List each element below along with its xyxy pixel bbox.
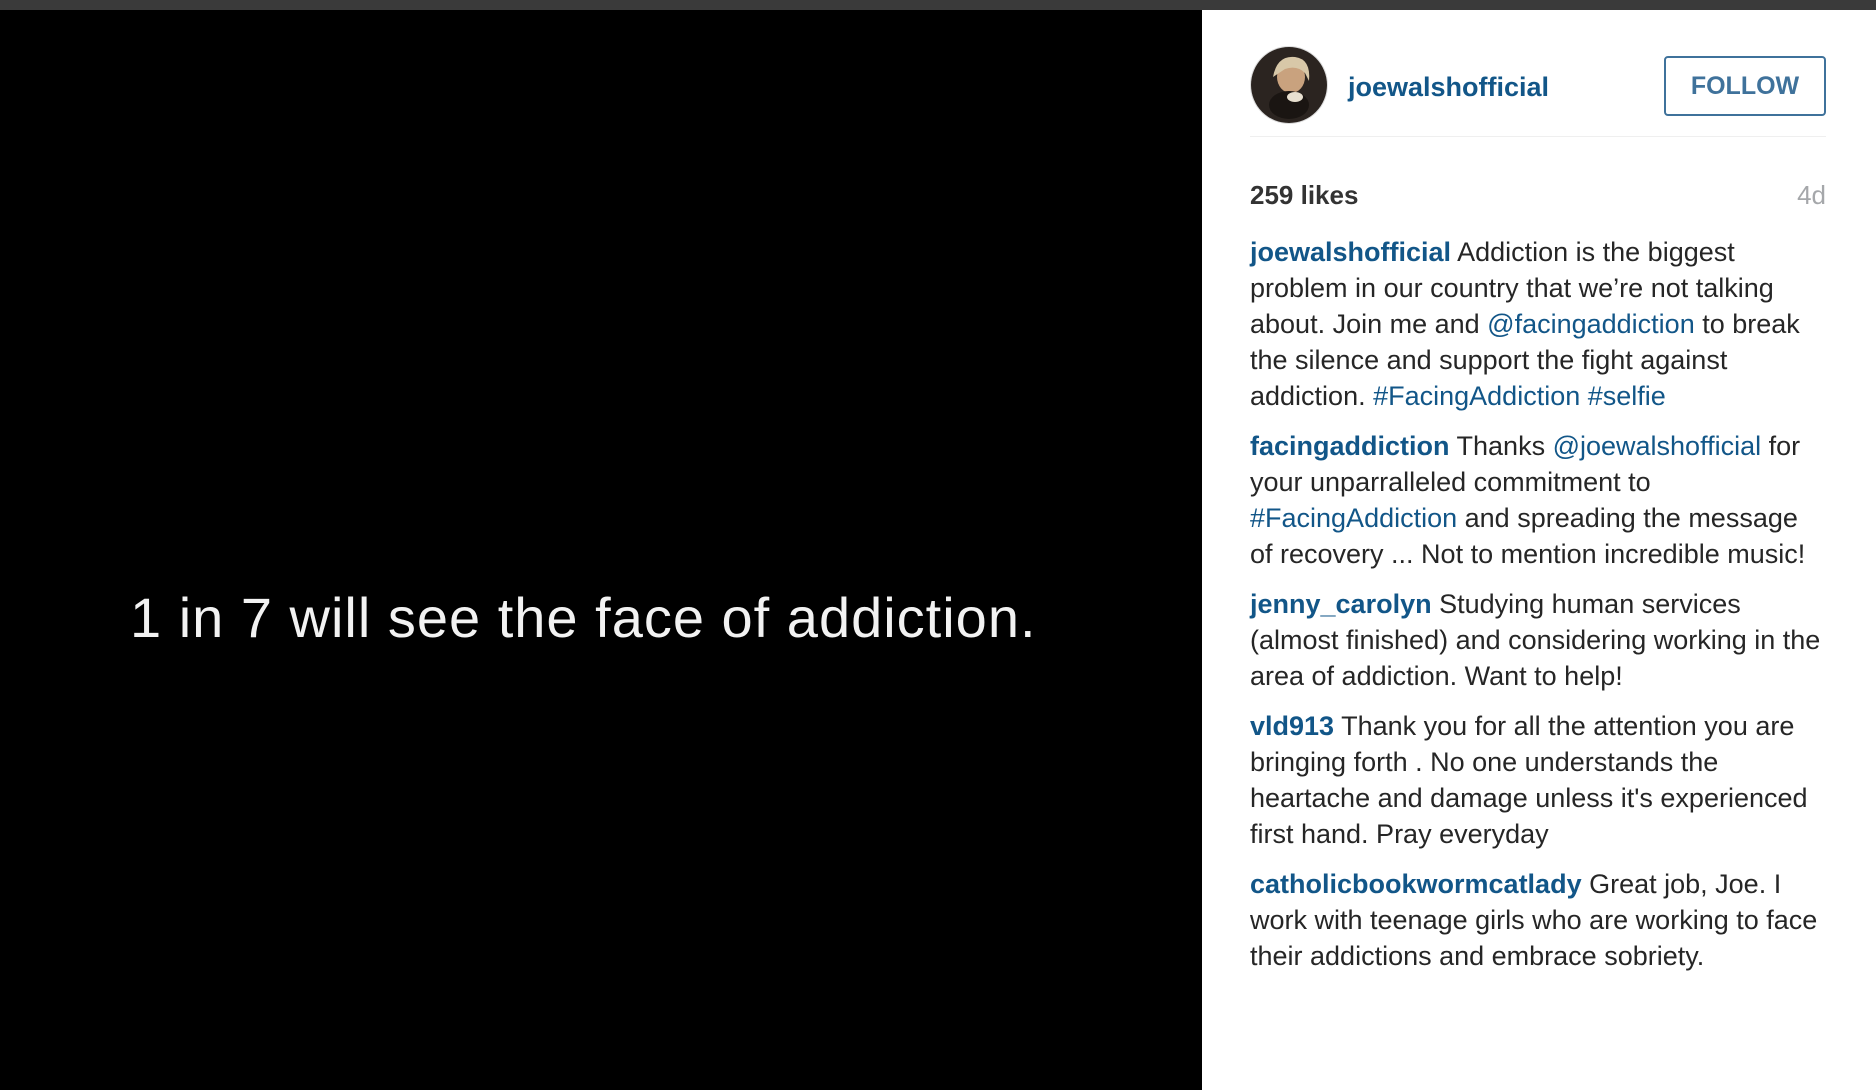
comment-text: Thanks bbox=[1449, 431, 1553, 461]
comment-item: joewalshofficial Addiction is the bigges… bbox=[1250, 234, 1826, 414]
media-caption-text: 1 in 7 will see the face of addiction. bbox=[130, 586, 1037, 649]
comment-item: catholicbookwormcatlady Great job, Joe. … bbox=[1250, 866, 1826, 974]
post-side-panel: joewalshofficial FOLLOW 259 likes 4d joe… bbox=[1202, 10, 1876, 1090]
hashtag-link[interactable]: #FacingAddiction bbox=[1373, 381, 1580, 411]
comment-item: jenny_carolyn Studying human services (a… bbox=[1250, 586, 1826, 694]
comment-item: vld913 Thank you for all the attention y… bbox=[1250, 708, 1826, 852]
window-top-bar bbox=[0, 0, 1876, 10]
header-divider bbox=[1250, 136, 1826, 137]
hashtag-link[interactable]: #selfie bbox=[1588, 381, 1666, 411]
comment-username[interactable]: jenny_carolyn bbox=[1250, 589, 1432, 619]
post-header: joewalshofficial FOLLOW bbox=[1250, 46, 1826, 136]
comment-username[interactable]: catholicbookwormcatlady bbox=[1250, 869, 1582, 899]
post-media[interactable]: 1 in 7 will see the face of addiction. bbox=[0, 10, 1202, 1090]
comments-list: joewalshofficial Addiction is the bigges… bbox=[1250, 234, 1826, 988]
avatar-image-icon bbox=[1251, 47, 1327, 123]
comment-username[interactable]: vld913 bbox=[1250, 711, 1334, 741]
comment-username[interactable]: facingaddiction bbox=[1250, 431, 1450, 461]
avatar[interactable] bbox=[1250, 46, 1328, 124]
comment-text bbox=[1580, 381, 1588, 411]
likes-row: 259 likes 4d bbox=[1250, 180, 1826, 220]
comments-bottom-mask bbox=[1250, 1070, 1826, 1090]
comment-text: Thank you for all the attention you are … bbox=[1250, 711, 1808, 849]
post-author-username[interactable]: joewalshofficial bbox=[1348, 72, 1549, 103]
comment-item: facingaddiction Thanks @joewalshofficial… bbox=[1250, 428, 1826, 572]
likes-count[interactable]: 259 likes bbox=[1250, 180, 1358, 211]
comment-username[interactable]: joewalshofficial bbox=[1250, 237, 1451, 267]
mention-link[interactable]: @joewalshofficial bbox=[1553, 431, 1762, 461]
mention-link[interactable]: @facingaddiction bbox=[1487, 309, 1695, 339]
hashtag-link[interactable]: #FacingAddiction bbox=[1250, 503, 1457, 533]
follow-button[interactable]: FOLLOW bbox=[1664, 56, 1826, 116]
post-age[interactable]: 4d bbox=[1797, 180, 1826, 211]
